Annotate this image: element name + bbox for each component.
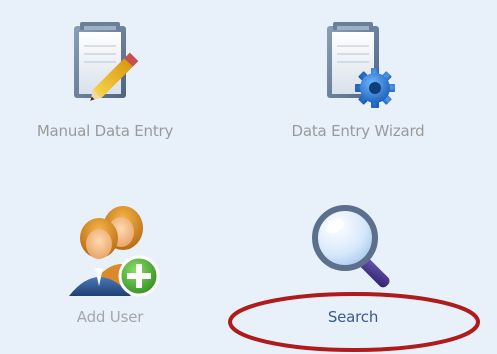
data-entry-wizard-tile[interactable]: Data Entry Wizard	[258, 12, 458, 162]
magnifier-icon	[312, 205, 390, 288]
data-entry-wizard-label: Data Entry Wizard	[291, 122, 425, 140]
add-user-label: Add User	[76, 308, 144, 326]
action-panel: Manual Data Entry Data Entry Wizard Add …	[0, 0, 497, 354]
manual-data-entry-label: Manual Data Entry	[36, 122, 174, 140]
add-user-tile[interactable]: Add User	[10, 198, 210, 348]
search-label: Search	[327, 308, 379, 326]
add-user-icon	[69, 206, 160, 297]
search-tile[interactable]: Search	[253, 198, 453, 348]
clipboard-gear-icon	[327, 22, 395, 108]
manual-data-entry-tile[interactable]: Manual Data Entry	[5, 12, 205, 162]
clipboard-pencil-icon	[74, 22, 139, 101]
